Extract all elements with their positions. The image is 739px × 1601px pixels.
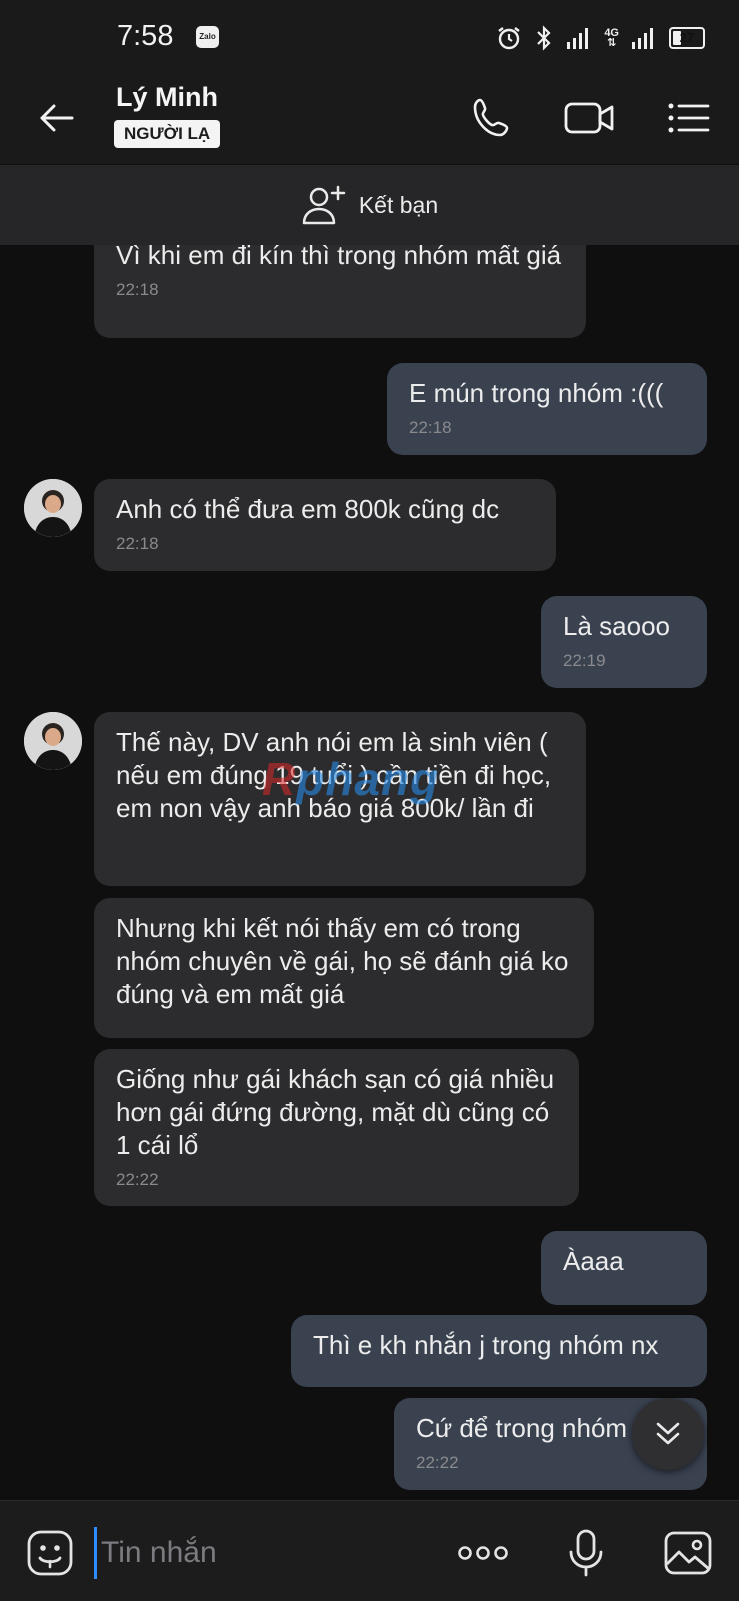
avatar[interactable] — [24, 712, 82, 770]
message-time: 22:18 — [409, 418, 452, 437]
status-bar: 7:58 Zalo 4G ⇅ 27 — [0, 0, 739, 74]
message-text: Àaaa — [563, 1246, 624, 1276]
message-time: 22:18 — [116, 534, 159, 553]
message-input[interactable]: Tin nhắn — [94, 1527, 434, 1579]
message-time: 22:22 — [116, 1170, 159, 1189]
message-list[interactable]: Vì khi em đi kín thì trong nhóm mất giá … — [0, 245, 739, 1500]
contact-name[interactable]: Lý Minh — [116, 82, 218, 113]
message-bubble[interactable]: Là saooo 22:19 — [541, 596, 707, 688]
message-time: 22:18 — [116, 280, 159, 299]
back-arrow-icon[interactable] — [34, 96, 78, 140]
message-bubble[interactable]: Nhưng khi kết nói thấy em có trong nhóm … — [94, 898, 594, 1038]
chat-header: Lý Minh NGƯỜI LẠ — [0, 74, 739, 164]
message-bubble[interactable]: Giống như gái khách sạn có giá nhiều hơn… — [94, 1049, 579, 1206]
status-time: 7:58 — [117, 20, 174, 52]
message-input-bar: Tin nhắn — [0, 1500, 739, 1601]
message-text: Anh có thể đưa em 800k cũng dc — [116, 494, 500, 524]
add-friend-button[interactable]: Kết bạn — [0, 165, 739, 245]
message-bubble[interactable]: E mún trong nhóm :((( 22:18 — [387, 363, 707, 455]
microphone-icon[interactable] — [560, 1527, 612, 1579]
message-time: 22:19 — [563, 651, 606, 670]
message-bubble[interactable]: Anh có thể đưa em 800k cũng dc 22:18 — [94, 479, 556, 571]
avatar[interactable] — [24, 479, 82, 537]
phone-icon[interactable] — [468, 94, 516, 142]
bluetooth-icon — [537, 25, 551, 51]
image-icon[interactable] — [662, 1527, 714, 1579]
battery-icon: 27 — [669, 27, 705, 49]
double-chevron-down-icon — [656, 1422, 680, 1445]
watermark: Rphang — [262, 753, 440, 805]
signal-icon — [632, 28, 653, 49]
message-text: Nhưng khi kết nói thấy em có trong nhóm … — [116, 913, 576, 1009]
video-camera-icon[interactable] — [562, 94, 618, 142]
menu-list-icon[interactable] — [664, 94, 712, 142]
alarm-icon — [498, 27, 521, 50]
stranger-badge: NGƯỜI LẠ — [114, 120, 221, 148]
add-friend-label: Kết bạn — [358, 191, 439, 218]
message-text: Giống như gái khách sạn có giá nhiều hơn… — [116, 1064, 562, 1160]
message-bubble[interactable]: Vì khi em đi kín thì trong nhóm mất giá … — [94, 245, 586, 338]
message-bubble[interactable]: Àaaa — [541, 1231, 707, 1305]
message-bubble[interactable]: Thì e kh nhắn j trong nhóm nx — [291, 1315, 707, 1387]
sticker-icon[interactable] — [24, 1527, 76, 1579]
signal-icon — [567, 28, 589, 49]
zalo-icon: Zalo — [196, 26, 219, 48]
4g-icon: 4G ⇅ — [604, 27, 619, 49]
add-person-icon — [302, 185, 346, 225]
message-text: Vì khi em đi kín thì trong nhóm mất giá — [116, 245, 562, 270]
more-dots-icon[interactable] — [455, 1527, 511, 1579]
message-text: Là saooo — [563, 611, 670, 641]
message-text: E mún trong nhóm :((( — [409, 378, 664, 408]
message-text: Thì e kh nhắn j trong nhóm nx — [313, 1330, 659, 1360]
scroll-down-button[interactable] — [632, 1398, 704, 1470]
